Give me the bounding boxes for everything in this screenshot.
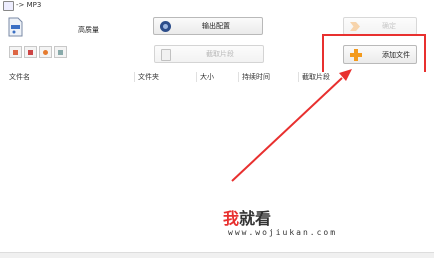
watermark-logo: 我就看 [223,205,271,229]
watermark-part1: 我 [223,209,240,228]
window-bottom-border [0,252,434,258]
watermark-url: www.wojiukan.com [228,228,338,237]
watermark-part2: 就看 [239,209,272,228]
annotation-arrow [231,69,352,182]
